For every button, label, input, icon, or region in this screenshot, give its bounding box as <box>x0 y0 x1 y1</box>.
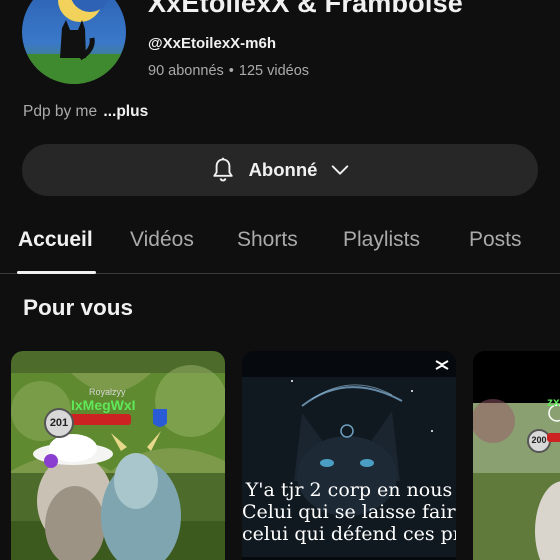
section-title: Pour vous <box>23 295 134 320</box>
channel-avatar[interactable] <box>22 0 126 84</box>
active-tab-indicator <box>17 271 96 274</box>
chevron-down-icon <box>329 159 351 181</box>
tab-posts[interactable]: Posts <box>469 228 522 252</box>
subscribed-label: Abonné <box>248 159 318 180</box>
overlay-text-line: Y'a tjr 2 corp en nous <box>245 479 453 501</box>
overlay-text-line: Celui qui se laisse faire <box>242 501 456 523</box>
channel-handle: @XxEtoilexX-m6h <box>148 35 276 52</box>
subscriber-count: 90 abonnés <box>148 63 224 79</box>
stats-separator: • <box>228 63 234 79</box>
tab-playlists[interactable]: Playlists <box>343 228 420 252</box>
capcut-icon <box>435 360 449 370</box>
overlay-text-line: celui qui défend ces proc <box>242 523 456 545</box>
level-badge: 200 <box>531 435 547 445</box>
channel-description[interactable]: Pdp by me ...plus <box>23 103 148 121</box>
bell-icon <box>209 156 237 184</box>
tab-shorts[interactable]: Shorts <box>237 228 298 252</box>
channel-name: XxEtoilexX & Framboise <box>148 0 464 18</box>
channel-tabs: Accueil Vidéos Shorts Playlists Posts <box>0 218 560 274</box>
tab-home[interactable]: Accueil <box>18 228 93 252</box>
video-count: 125 vidéos <box>238 63 310 79</box>
channel-stats: 90 abonnés • 125 vidéos <box>148 63 309 79</box>
description-text: Pdp by me <box>23 103 98 120</box>
tab-videos[interactable]: Vidéos <box>130 228 194 252</box>
short-card[interactable]: Royalzyy IxMegWxI 201 <box>11 351 225 560</box>
level-badge: 201 <box>49 417 69 429</box>
more-link[interactable]: ...plus <box>103 103 148 120</box>
player-name-tag: IxMegWxI <box>71 397 136 413</box>
short-card[interactable]: Y'a tjr 2 corp en nous Celui qui se lais… <box>242 351 456 560</box>
short-card[interactable]: zxMa 200 <box>473 351 560 560</box>
subscribed-button[interactable]: Abonné <box>22 144 538 196</box>
player-name-tag: zxMa <box>547 395 560 409</box>
game-name-tag: Royalzyy <box>89 387 126 397</box>
